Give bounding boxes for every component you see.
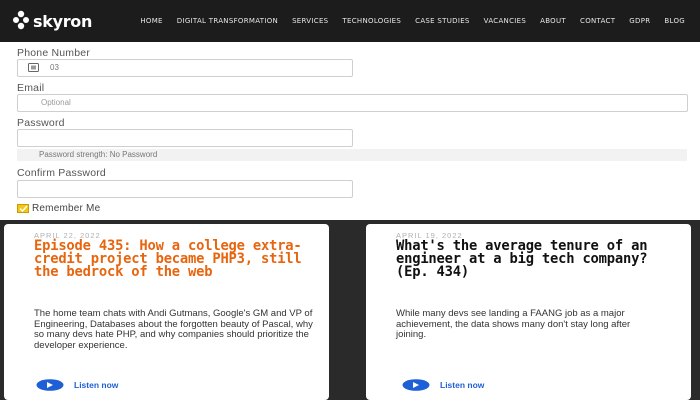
nav-item-contact[interactable]: CONTACT <box>573 17 622 25</box>
nav-item-about[interactable]: ABOUT <box>533 17 573 25</box>
card-title[interactable]: What's the average tenure of an engineer… <box>396 239 686 279</box>
nav-item-vacancies[interactable]: VACANCIES <box>477 17 533 25</box>
podcast-card[interactable]: APRIL 19, 2022 What's the average tenure… <box>366 224 691 400</box>
password-field[interactable] <box>17 129 353 147</box>
confirm-password-field[interactable] <box>17 180 353 198</box>
nav-item-home[interactable]: HOME <box>133 17 169 25</box>
phone-icon <box>28 63 39 72</box>
nav-menu: HOME DIGITAL TRANSFORMATION SERVICES TEC… <box>133 0 692 42</box>
password-strength-text: Password strength: No Password <box>39 150 158 159</box>
card-title[interactable]: Episode 435: How a college extra-credit … <box>34 239 324 279</box>
password-strength-meter: Password strength: No Password <box>17 149 687 161</box>
checkmark-icon <box>19 205 28 212</box>
phone-value: 03 <box>50 63 59 72</box>
nav-item-services[interactable]: SERVICES <box>285 17 335 25</box>
top-navbar: skyron HOME DIGITAL TRANSFORMATION SERVI… <box>0 0 700 42</box>
play-icon <box>36 379 64 391</box>
logo-icon <box>13 10 29 30</box>
nav-item-technologies[interactable]: TECHNOLOGIES <box>335 17 408 25</box>
email-field[interactable]: Optional <box>17 94 688 112</box>
phone-field[interactable]: 03 <box>17 59 353 77</box>
nav-item-digital-transformation[interactable]: DIGITAL TRANSFORMATION <box>170 17 285 25</box>
nav-item-case-studies[interactable]: CASE STUDIES <box>408 17 477 25</box>
nav-item-gdpr[interactable]: GDPR <box>622 17 657 25</box>
email-label: Email <box>17 82 45 94</box>
brand-name: skyron <box>33 11 93 31</box>
play-icon <box>402 379 430 391</box>
password-label: Password <box>17 117 65 129</box>
remember-me[interactable]: Remember Me <box>17 203 100 214</box>
listen-now-button[interactable]: Listen now <box>36 379 118 391</box>
confirm-password-label: Confirm Password <box>17 167 106 179</box>
email-placeholder: Optional <box>41 98 71 107</box>
listen-now-button[interactable]: Listen now <box>402 379 484 391</box>
registration-form: Phone Number 03 Email Optional Password … <box>0 42 700 220</box>
card-description: While many devs see landing a FAANG job … <box>396 308 631 340</box>
podcast-card[interactable]: APRIL 22, 2022 Episode 435: How a colleg… <box>4 224 329 400</box>
remember-me-label: Remember Me <box>32 203 101 214</box>
listen-now-label: Listen now <box>440 380 485 390</box>
card-description: The home team chats with Andi Gutmans, G… <box>34 308 313 351</box>
nav-item-blog[interactable]: BLOG <box>657 17 692 25</box>
remember-me-checkbox[interactable] <box>17 204 29 213</box>
brand-logo[interactable]: skyron <box>12 10 92 32</box>
phone-label: Phone Number <box>17 47 91 59</box>
listen-now-label: Listen now <box>74 380 119 390</box>
